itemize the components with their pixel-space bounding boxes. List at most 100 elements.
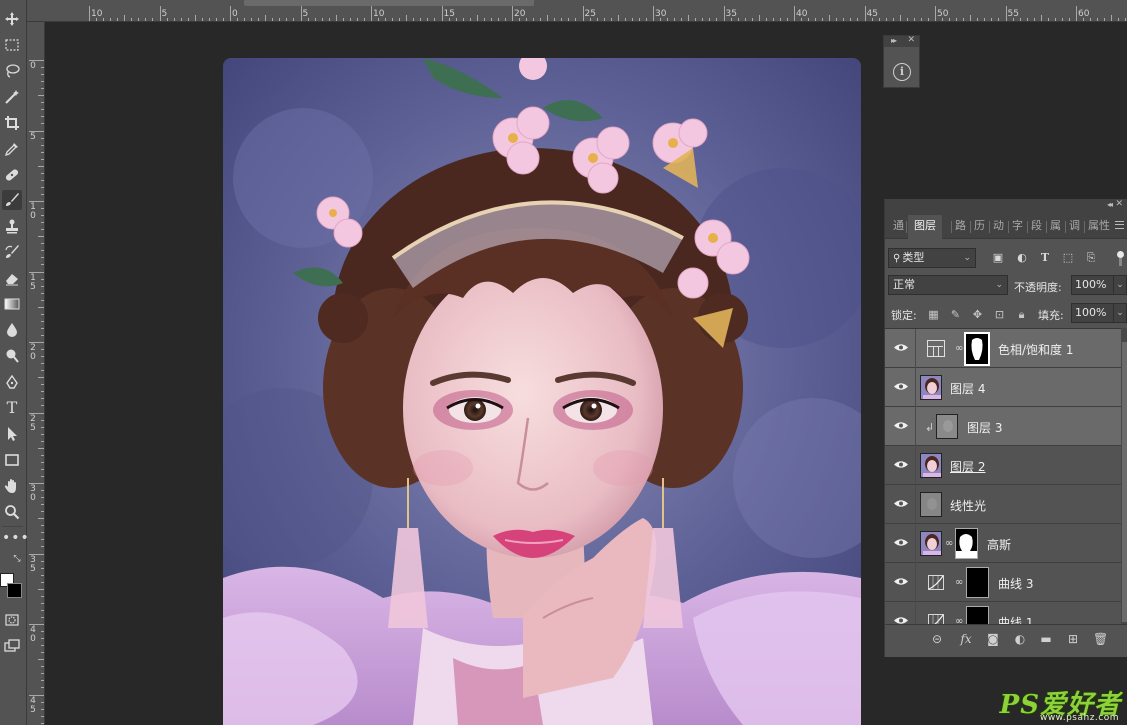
layer-name[interactable]: 图层 2: [950, 458, 985, 475]
visibility-toggle[interactable]: [885, 407, 916, 446]
panel-menu-icon[interactable]: [1115, 221, 1124, 229]
filter-pixel-icon[interactable]: ▣: [991, 251, 1005, 265]
layer-name[interactable]: 图层 4: [950, 380, 985, 397]
layer-mask-thumbnail[interactable]: [964, 332, 990, 366]
blur-tool-icon[interactable]: [2, 320, 22, 340]
brush-tool-icon[interactable]: [2, 190, 22, 210]
magic-wand-tool-icon[interactable]: [2, 87, 22, 107]
eyedropper-tool-icon[interactable]: [2, 139, 22, 159]
filter-smart-object-icon[interactable]: ⎘: [1084, 251, 1098, 265]
visibility-toggle[interactable]: [885, 368, 916, 407]
layer-row[interactable]: 图层 2: [885, 446, 1121, 485]
new-group-icon[interactable]: ▬: [1039, 632, 1053, 646]
dodge-tool-icon[interactable]: [2, 346, 22, 366]
add-mask-icon[interactable]: ◙: [986, 632, 1000, 646]
horizontal-scrollbar[interactable]: [244, 0, 534, 6]
info-icon[interactable]: i: [893, 63, 911, 81]
blend-mode-select[interactable]: 正常 ⌄: [888, 275, 1008, 295]
visibility-toggle[interactable]: [885, 563, 916, 602]
filter-shape-icon[interactable]: ⬚: [1061, 251, 1075, 265]
layer-row[interactable]: ∞ 曲线 3: [885, 563, 1121, 602]
new-layer-icon[interactable]: ⊞: [1066, 632, 1080, 646]
tab-actions[interactable]: 动: [993, 219, 1004, 239]
pen-tool-icon[interactable]: [2, 372, 22, 392]
visibility-toggle[interactable]: [885, 524, 916, 563]
layer-row[interactable]: ∞ 色相/饱和度 1: [885, 329, 1121, 368]
filter-type-icon[interactable]: T: [1038, 251, 1052, 265]
visibility-toggle[interactable]: [885, 602, 916, 624]
link-icon[interactable]: ∞: [955, 343, 963, 354]
lock-image-icon[interactable]: ✎: [949, 308, 962, 321]
canvas-image[interactable]: [223, 58, 861, 725]
layer-row[interactable]: ↲ 图层 3: [885, 407, 1121, 446]
collapse-icon[interactable]: ▸▸: [891, 36, 897, 45]
layer-name[interactable]: 线性光: [950, 497, 986, 514]
rectangle-tool-icon[interactable]: [2, 450, 22, 470]
close-icon[interactable]: ✕: [907, 35, 915, 45]
tab-character[interactable]: 字: [1012, 219, 1023, 239]
layer-thumbnail[interactable]: [920, 375, 942, 400]
layer-thumbnail[interactable]: [920, 492, 942, 517]
new-adjustment-layer-icon[interactable]: ◐: [1013, 632, 1027, 646]
close-icon[interactable]: ✕: [1115, 199, 1123, 209]
layer-row[interactable]: 图层 4: [885, 368, 1121, 407]
hand-tool-icon[interactable]: [2, 476, 22, 496]
filter-adjustment-icon[interactable]: ◐: [1015, 251, 1029, 265]
crop-tool-icon[interactable]: [2, 113, 22, 133]
screen-mode-icon[interactable]: [2, 636, 22, 656]
quick-mask-icon[interactable]: [2, 610, 22, 630]
link-layers-icon[interactable]: ⊝: [930, 632, 944, 646]
layer-name[interactable]: 曲线 1: [998, 614, 1033, 624]
tab-properties-2[interactable]: 属性: [1088, 219, 1110, 239]
link-icon[interactable]: ∞: [955, 577, 963, 588]
zoom-tool-icon[interactable]: [2, 502, 22, 522]
more-tools-icon[interactable]: •••: [2, 528, 29, 548]
background-color-swatch[interactable]: [7, 583, 22, 598]
tab-paragraph[interactable]: 段: [1031, 219, 1042, 239]
tab-adjustments[interactable]: 调: [1069, 219, 1080, 239]
eraser-tool-icon[interactable]: [2, 268, 22, 288]
tab-history[interactable]: 历: [974, 219, 985, 239]
tab-properties[interactable]: 属: [1050, 219, 1061, 239]
type-tool-icon[interactable]: T: [2, 398, 22, 418]
delete-layer-icon[interactable]: 🗑︎: [1093, 632, 1108, 646]
fill-input[interactable]: 100%: [1071, 303, 1116, 323]
marquee-tool-icon[interactable]: [2, 35, 22, 55]
layer-thumbnail[interactable]: [920, 531, 942, 556]
layer-style-fx-icon[interactable]: fx: [959, 632, 973, 646]
layer-mask-thumbnail[interactable]: [966, 606, 989, 624]
link-icon[interactable]: ∞: [955, 616, 963, 624]
link-icon[interactable]: ∞: [945, 538, 953, 549]
swap-colors-icon[interactable]: ⤡: [11, 553, 23, 565]
lock-position-icon[interactable]: ✥: [971, 308, 984, 321]
layer-mask-thumbnail[interactable]: [955, 528, 978, 559]
layer-name[interactable]: 色相/饱和度 1: [998, 341, 1074, 358]
layer-name[interactable]: 曲线 3: [998, 575, 1033, 592]
lock-all-icon[interactable]: 🔒︎: [1015, 308, 1028, 321]
opacity-dropdown-button[interactable]: ⌄: [1113, 275, 1127, 295]
lock-transparent-icon[interactable]: ▦: [927, 308, 940, 321]
layer-row[interactable]: ∞ 曲线 1: [885, 602, 1121, 624]
path-selection-tool-icon[interactable]: [2, 424, 22, 444]
visibility-toggle[interactable]: [885, 446, 916, 485]
layer-filter-select[interactable]: ⚲ 类型 ⌄: [888, 248, 976, 268]
move-tool-icon[interactable]: [2, 9, 22, 29]
layer-name[interactable]: 高斯: [987, 536, 1011, 553]
visibility-toggle[interactable]: [885, 485, 916, 524]
layer-thumbnail[interactable]: [920, 453, 942, 478]
layers-scrollbar[interactable]: [1121, 328, 1127, 624]
layer-row[interactable]: ∞ 高斯: [885, 524, 1121, 563]
history-brush-tool-icon[interactable]: [2, 242, 22, 262]
lasso-tool-icon[interactable]: [2, 61, 22, 81]
layer-name[interactable]: 图层 3: [967, 419, 1002, 436]
lock-artboard-icon[interactable]: ⊡: [993, 308, 1006, 321]
opacity-input[interactable]: 100%: [1071, 275, 1116, 295]
healing-brush-tool-icon[interactable]: [2, 165, 22, 185]
layer-thumbnail[interactable]: [936, 414, 958, 439]
layer-row[interactable]: 线性光: [885, 485, 1121, 524]
fill-dropdown-button[interactable]: ⌄: [1113, 303, 1127, 323]
tab-channels[interactable]: 通: [893, 219, 904, 239]
layer-mask-thumbnail[interactable]: [966, 567, 989, 598]
tab-layers[interactable]: 图层: [908, 215, 942, 239]
visibility-toggle[interactable]: [885, 329, 916, 368]
